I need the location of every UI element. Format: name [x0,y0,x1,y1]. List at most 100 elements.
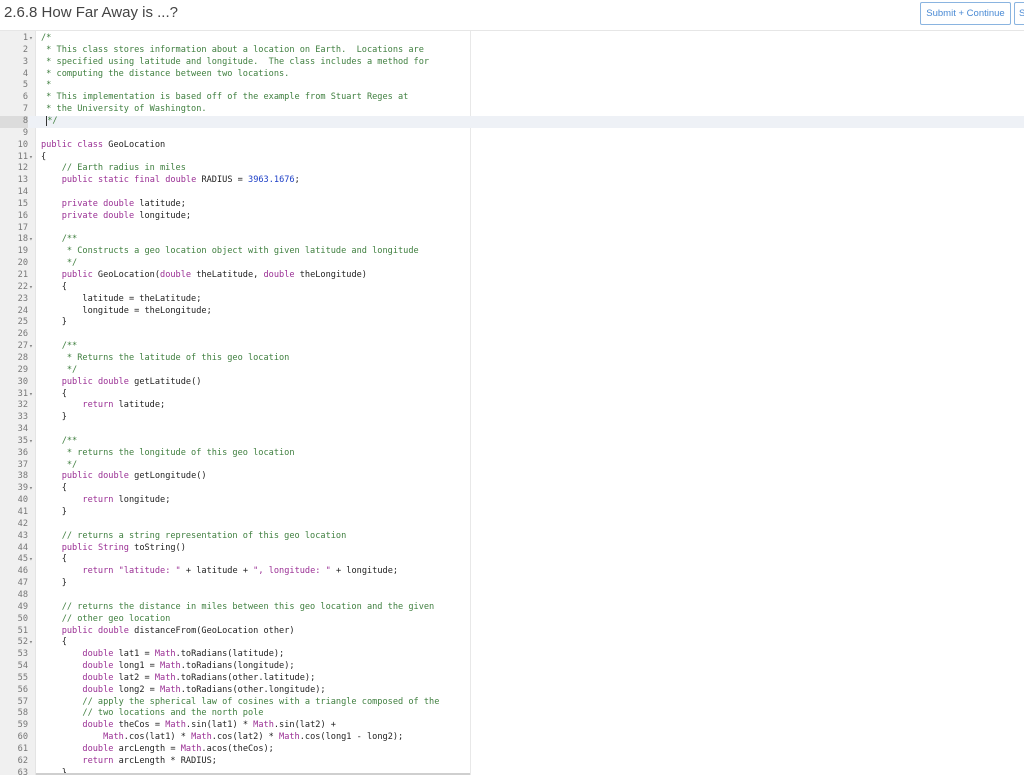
code-line[interactable]: 38 public double getLongitude() [0,471,1024,483]
fold-chevron-icon[interactable]: ▾ [29,483,36,495]
code-line[interactable]: 36 * returns the longitude of this geo l… [0,448,1024,460]
code-text: */ [41,258,78,269]
code-line[interactable]: 43 // returns a string representation of… [0,531,1024,543]
code-line[interactable]: 6 * This implementation is based off of … [0,92,1024,104]
fold-chevron-icon[interactable]: ▾ [29,554,36,566]
line-number: 60 [17,732,28,743]
code-line[interactable]: 7 * the University of Washington. [0,104,1024,116]
code-editor[interactable]: 1 ▾/* 2 * This class stores information ab… [0,30,1024,775]
code-line[interactable]: 58 // two locations and the north pole [0,708,1024,720]
code-line[interactable]: 8 */ [0,115,1024,128]
code-text: return longitude; [82,495,171,506]
code-line[interactable]: 12 // Earth radius in miles [0,163,1024,175]
line-number: 14 [17,187,28,198]
code-line[interactable]: 14 [0,187,1024,199]
code-line[interactable]: 16 private double longitude; [0,211,1024,223]
code-line[interactable]: 34 [0,424,1024,436]
code-line[interactable]: 19 * Constructs a geo location object wi… [0,246,1024,258]
code-line[interactable]: 39 ▾ { [0,483,1024,495]
code-text: */ [41,364,78,375]
code-line[interactable]: 25 } [0,317,1024,329]
code-line[interactable]: 52 ▾ { [0,637,1024,649]
code-line[interactable]: 3 * specified using latitude and longitu… [0,57,1024,69]
code-line[interactable]: 61 double arcLength = Math.acos(theCos); [0,744,1024,756]
code-text: private double latitude; [61,198,186,209]
code-line[interactable]: 35 ▾ /** [0,436,1024,448]
code-line[interactable]: 50 // other geo location [0,614,1024,626]
code-line[interactable]: 17 [0,223,1024,235]
code-line[interactable]: 11 ▾ { [0,152,1024,164]
code-line[interactable]: 59 double theCos = Math.sin(lat1) * Math… [0,720,1024,732]
code-line[interactable]: 62 return arcLength * RADIUS; [0,756,1024,768]
code-line[interactable]: 18 ▾ /** [0,234,1024,246]
code-line[interactable]: 46 return "latitude: " + latitude + ", l… [0,566,1024,578]
code-line[interactable]: 13 public static final double RADIUS = 3… [0,175,1024,187]
code-line[interactable]: 4 * computing the distance between two l… [0,69,1024,81]
fold-chevron-icon[interactable]: ▾ [29,341,36,353]
code-line[interactable]: 31 ▾ { [0,389,1024,401]
code-text: * specified using latitude and longitude… [41,56,430,67]
code-line[interactable]: 21 public GeoLocation(double theLatitude… [0,270,1024,282]
code-line[interactable]: 49 // returns the distance in miles betw… [0,602,1024,614]
code-text: public String toString() [61,542,186,553]
code-text: public GeoLocation(double theLatitude, d… [61,270,367,280]
code-line[interactable]: 48 [0,590,1024,602]
code-line[interactable]: 30 public double getLatitude() [0,377,1024,389]
code-line[interactable]: 47 } [0,578,1024,590]
code-line[interactable]: 45 ▾ { [0,554,1024,566]
fold-chevron-icon[interactable]: ▾ [29,33,36,45]
code-line[interactable]: 56 double long2 = Math.toRadians(other.l… [0,685,1024,697]
code-line[interactable]: 40 return longitude; [0,495,1024,507]
code-line[interactable]: 24 longitude = theLongitude; [0,306,1024,318]
code-line[interactable]: 44 public String toString() [0,543,1024,555]
line-number: 4 [22,68,28,79]
code-text: * This class stores information about a … [41,44,424,55]
fold-chevron-icon[interactable]: ▾ [29,234,36,246]
code-line[interactable]: 15 private double latitude; [0,199,1024,211]
fold-chevron-icon[interactable]: ▾ [29,389,36,401]
code-line[interactable]: 41 } [0,507,1024,519]
code-text: double long2 = Math.toRadians(other.long… [82,684,326,695]
line-number: 21 [17,270,28,280]
code-line[interactable]: 60 Math.cos(lat1) * Math.cos(lat2) * Mat… [0,732,1024,744]
line-number: 12 [17,163,28,174]
line-number: 51 [17,625,28,636]
fold-chevron-icon[interactable]: ▾ [29,637,36,649]
submit-continue-button[interactable]: Submit + Continue [920,2,1011,25]
code-line[interactable]: 33 } [0,412,1024,424]
fold-chevron-icon[interactable]: ▾ [29,152,36,164]
code-text: public class GeoLocation [41,139,166,150]
code-line[interactable]: 10 public class GeoLocation [0,140,1024,152]
fold-chevron-icon[interactable]: ▾ [29,436,36,448]
code-line[interactable]: 5 * [0,80,1024,92]
code-text: private double longitude; [61,210,192,221]
line-number: 56 [17,684,28,695]
line-number: 41 [17,507,28,517]
code-line[interactable]: 57 // apply the spherical law of cosines… [0,697,1024,709]
code-line[interactable]: 29 */ [0,365,1024,377]
code-line[interactable]: 23 latitude = theLatitude; [0,294,1024,306]
code-line[interactable]: 53 double lat1 = Math.toRadians(latitude… [0,649,1024,661]
code-text: return latitude; [82,400,166,411]
code-line[interactable]: 55 double lat2 = Math.toRadians(other.la… [0,673,1024,685]
code-line[interactable]: 2 * This class stores information about … [0,45,1024,57]
code-line[interactable]: 9 [0,128,1024,140]
code-line[interactable]: 1 ▾ /* [0,33,1024,45]
code-line[interactable]: 37 */ [0,460,1024,472]
code-line[interactable]: 42 [0,519,1024,531]
code-text: return "latitude: " + latitude + ", long… [82,566,399,577]
code-line[interactable]: 54 double long1 = Math.toRadians(longitu… [0,661,1024,673]
fold-chevron-icon[interactable]: ▾ [29,282,36,294]
line-number: 1 [22,33,28,43]
code-text: latitude = theLatitude; [41,293,202,304]
code-line[interactable]: 27 ▾ /** [0,341,1024,353]
code-line[interactable]: 51 public double distanceFrom(GeoLocatio… [0,626,1024,638]
code-line[interactable]: 26 [0,329,1024,341]
code-line[interactable]: 28 * Returns the latitude of this geo lo… [0,353,1024,365]
secondary-button[interactable]: S [1014,2,1024,25]
line-number: 31 [17,388,28,399]
code-text: Math.cos(lat1) * Math.cos(lat2) * Math.c… [103,732,404,743]
code-line[interactable]: 22 ▾ { [0,282,1024,294]
code-line[interactable]: 20 */ [0,258,1024,270]
code-line[interactable]: 32 return latitude; [0,400,1024,412]
